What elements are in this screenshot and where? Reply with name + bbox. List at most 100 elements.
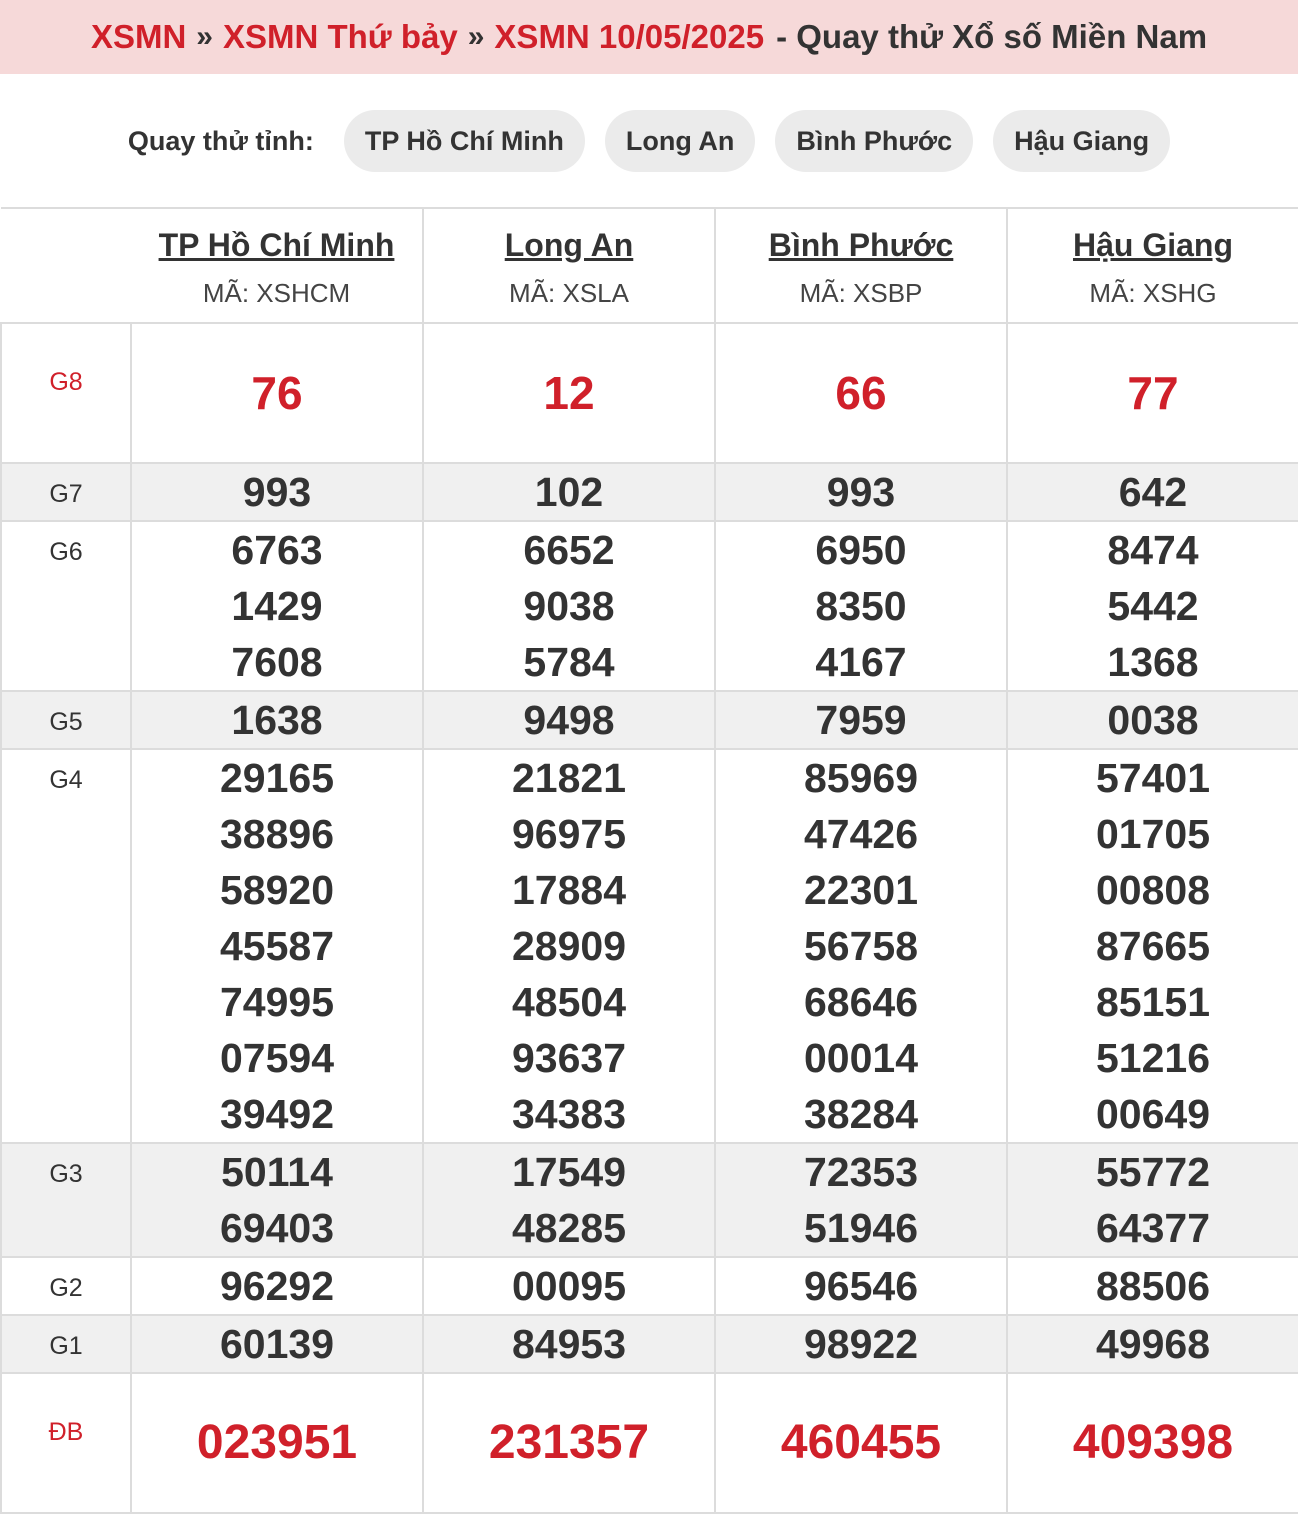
prize-cell: 29165 38896 58920 45587 74995 07594 39492 (130, 748, 424, 1144)
prize-cell: 12 (422, 322, 716, 464)
province-pill[interactable]: Bình Phước (775, 110, 974, 172)
breadcrumb-link-xsmn[interactable]: XSMN (91, 18, 186, 56)
prize-cell: 6763 1429 7608 (130, 520, 424, 692)
prize-label: ĐB (0, 1372, 132, 1514)
prize-label: G6 (0, 520, 132, 692)
prize-number: 6950 (815, 527, 907, 573)
province-header: Bình Phước MÃ: XSBP (714, 207, 1008, 324)
prize-number: 01705 (1095, 811, 1210, 857)
prize-number: 642 (1118, 469, 1188, 515)
province-pill[interactable]: Hậu Giang (993, 110, 1171, 172)
prize-cell: 60139 (130, 1314, 424, 1374)
prize-number: 45587 (219, 923, 334, 969)
prize-number: 98922 (803, 1321, 918, 1367)
prize-cell: 76 (130, 322, 424, 464)
prize-number: 460455 (780, 1416, 942, 1469)
prize-number: 93637 (511, 1035, 626, 1081)
prize-number: 9498 (523, 697, 615, 743)
prize-cell: 98922 (714, 1314, 1008, 1374)
prize-row: G2 96292 00095 96546 88506 (0, 1256, 1298, 1316)
prize-number: 409398 (1072, 1416, 1234, 1469)
prize-number: 17884 (511, 867, 626, 913)
prize-number: 8474 (1107, 527, 1199, 573)
prize-cell: 96292 (130, 1256, 424, 1316)
prize-number: 74995 (219, 979, 334, 1025)
prize-number: 22301 (803, 867, 918, 913)
province-picker: Quay thử tỉnh: TP Hồ Chí Minh Long An Bì… (0, 74, 1298, 208)
prize-number: 07594 (219, 1035, 334, 1081)
prize-number: 96292 (219, 1263, 334, 1309)
prize-cell: 0038 (1006, 690, 1298, 750)
province-pill[interactable]: Long An (604, 110, 756, 172)
prize-number: 17549 (511, 1149, 626, 1195)
prize-number: 6652 (523, 527, 615, 573)
prize-number: 102 (534, 469, 604, 515)
prize-label: G5 (0, 690, 132, 750)
prize-cell: 9498 (422, 690, 716, 750)
province-name-link[interactable]: Bình Phước (716, 227, 1006, 264)
breadcrumb-link-thu-bay[interactable]: XSMN Thứ bảy (223, 18, 458, 56)
prize-cell: 023951 (130, 1372, 424, 1514)
prize-number: 8350 (815, 583, 907, 629)
prize-number: 58920 (219, 867, 334, 913)
province-pill[interactable]: TP Hồ Chí Minh (343, 110, 585, 172)
prize-number: 38284 (803, 1091, 918, 1137)
prize-label: G4 (0, 748, 132, 1144)
prize-cell: 21821 96975 17884 28909 48504 93637 34383 (422, 748, 716, 1144)
prize-number: 6763 (231, 527, 323, 573)
prize-number: 00649 (1095, 1091, 1210, 1137)
prize-number: 1368 (1107, 639, 1199, 685)
prize-label: G8 (0, 322, 132, 464)
prize-number: 50114 (221, 1149, 333, 1195)
prize-cell: 57401 01705 00808 87665 85151 51216 00649 (1006, 748, 1298, 1144)
prize-number: 1638 (231, 697, 323, 743)
prize-cell: 96546 (714, 1256, 1008, 1316)
prize-number: 00808 (1095, 867, 1210, 913)
prize-cell: 6950 8350 4167 (714, 520, 1008, 692)
header-blank-cell (1, 207, 131, 324)
prize-cell: 55772 64377 (1006, 1142, 1298, 1258)
prize-row: G7 993 102 993 642 (0, 462, 1298, 522)
prize-number: 7608 (231, 639, 323, 685)
prize-cell: 642 (1006, 462, 1298, 522)
prize-cell: 72353 51946 (714, 1142, 1008, 1258)
prize-cell: 84953 (422, 1314, 716, 1374)
prize-cell: 8474 5442 1368 (1006, 520, 1298, 692)
province-code: MÃ: XSHG (1089, 277, 1217, 308)
prize-label: G7 (0, 462, 132, 522)
prize-number: 64377 (1095, 1205, 1210, 1251)
prize-cell: 993 (714, 462, 1008, 522)
prize-number: 47426 (803, 811, 918, 857)
prize-number: 49968 (1095, 1321, 1210, 1367)
prize-number: 51946 (803, 1205, 918, 1251)
prize-row: G8 76 12 66 77 (0, 322, 1298, 464)
prize-number: 231357 (488, 1416, 650, 1469)
prize-cell: 88506 (1006, 1256, 1298, 1316)
breadcrumb-link-date[interactable]: XSMN 10/05/2025 (494, 18, 764, 56)
prize-cell: 50114 69403 (130, 1142, 424, 1258)
prize-number: 72353 (803, 1149, 918, 1195)
prize-number: 023951 (196, 1416, 358, 1469)
province-header: Hậu Giang MÃ: XSHG (1006, 207, 1298, 324)
prize-number: 21821 (511, 755, 626, 801)
province-name-link[interactable]: Hậu Giang (1008, 227, 1298, 264)
province-code: MÃ: XSHCM (202, 277, 351, 308)
prize-number: 48285 (511, 1205, 626, 1251)
prize-number: 60139 (219, 1321, 334, 1367)
prize-cell: 993 (130, 462, 424, 522)
prize-number: 87665 (1095, 923, 1210, 969)
prize-cell: 231357 (422, 1372, 716, 1514)
prize-row: G5 1638 9498 7959 0038 (0, 690, 1298, 750)
prize-number: 66 (835, 367, 887, 419)
prize-row: G1 60139 84953 98922 49968 (0, 1314, 1298, 1374)
prize-number: 77 (1127, 367, 1179, 419)
prize-number: 993 (826, 469, 896, 515)
province-name-link[interactable]: TP Hồ Chí Minh (131, 227, 422, 264)
breadcrumb: XSMN » XSMN Thứ bảy » XSMN 10/05/2025 - … (0, 0, 1298, 74)
prize-number: 00014 (803, 1035, 918, 1081)
prize-number: 38896 (219, 811, 334, 857)
prize-label: G3 (0, 1142, 132, 1258)
province-name-link[interactable]: Long An (424, 227, 714, 264)
prize-number: 96975 (511, 811, 626, 857)
prize-number: 48504 (511, 979, 626, 1025)
